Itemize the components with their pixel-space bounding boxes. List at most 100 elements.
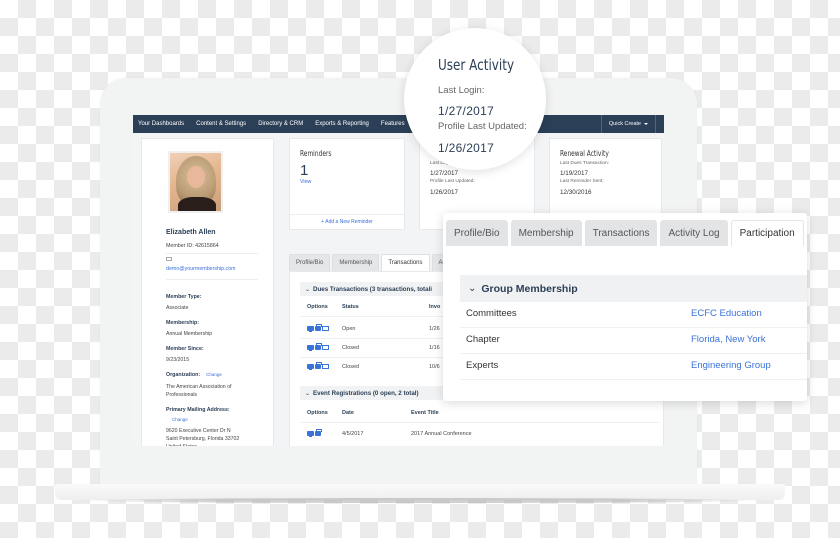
tab-membership[interactable]: Membership bbox=[510, 220, 582, 246]
monitor-icon[interactable] bbox=[307, 431, 314, 437]
member-since-label: Member Since: bbox=[166, 346, 204, 352]
nav-features[interactable]: Features bbox=[375, 121, 411, 127]
group-row: Chapter Florida, New York bbox=[460, 328, 807, 354]
reminders-panel: Reminders 1 View + Add a New Reminder bbox=[289, 138, 405, 230]
group-value-link[interactable]: Florida, New York bbox=[691, 334, 765, 345]
group-membership-header[interactable]: ⌄ Group Membership bbox=[460, 275, 807, 302]
group-row: Committees ECFC Education bbox=[460, 302, 807, 328]
organization-change-link[interactable]: Change bbox=[206, 372, 222, 377]
envelope-icon[interactable] bbox=[322, 364, 329, 369]
group-value-link[interactable]: Engineering Group bbox=[691, 360, 771, 371]
address-change-link[interactable]: Change bbox=[172, 417, 188, 422]
member-name: Elizabeth Allen bbox=[166, 229, 216, 236]
member-id: Member ID: 42615864 bbox=[166, 243, 219, 249]
member-type-value: Associate bbox=[166, 305, 189, 311]
nav-directory-crm[interactable]: Directory & CRM bbox=[252, 121, 309, 127]
tab-transactions[interactable]: Transactions bbox=[584, 220, 658, 246]
member-since-value: 9/23/2015 bbox=[166, 357, 190, 363]
group-key: Experts bbox=[466, 360, 499, 371]
chevron-down-icon: ⌄ bbox=[468, 283, 477, 294]
monitor-icon[interactable] bbox=[307, 326, 314, 332]
address-label: Primary Mailing Address: bbox=[166, 407, 230, 413]
row-options bbox=[307, 362, 329, 370]
divider bbox=[166, 279, 258, 280]
dues-header-text: Dues Transactions (3 transactions, total… bbox=[313, 285, 433, 293]
nav-exports-reporting[interactable]: Exports & Reporting bbox=[309, 121, 375, 127]
row-options bbox=[307, 343, 329, 351]
tab-membership[interactable]: Membership bbox=[332, 254, 380, 271]
last-login-label: Last Login: bbox=[438, 85, 485, 96]
profile-updated-label: Profile Last Updated: bbox=[438, 121, 527, 132]
address-line1: 9620 Executive Center Dr N bbox=[166, 428, 231, 434]
tab-activity-log[interactable]: Activity Log bbox=[660, 220, 728, 246]
participation-callout: Profile/Bio Membership Transactions Acti… bbox=[443, 213, 807, 401]
col-options: Options bbox=[307, 410, 328, 416]
envelope-icon bbox=[166, 257, 172, 261]
organization-value-line1: The American Association of bbox=[166, 384, 232, 390]
organization-label: Organization: Change bbox=[166, 372, 222, 378]
group-key: Committees bbox=[466, 308, 517, 319]
tab-profile-bio[interactable]: Profile/Bio bbox=[446, 220, 508, 246]
col-status: Status bbox=[342, 304, 359, 310]
printer-icon[interactable] bbox=[315, 429, 322, 436]
tab-transactions[interactable]: Transactions bbox=[381, 254, 430, 271]
last-dues-label: Last Dues Transaction: bbox=[560, 161, 610, 166]
row-options bbox=[307, 324, 329, 332]
add-reminder-button[interactable]: + Add a New Reminder bbox=[290, 214, 404, 229]
profile-card: Elizabeth Allen Member ID: 42615864 demo… bbox=[141, 138, 274, 446]
event-title: 2017 Annual Conference bbox=[411, 431, 472, 437]
reminders-count: 1 bbox=[300, 162, 309, 179]
last-dues-date: 1/19/2017 bbox=[560, 170, 589, 177]
nav-your-dashboards[interactable]: Your Dashboards bbox=[133, 121, 190, 127]
participation-tabs: Profile/Bio Membership Transactions Acti… bbox=[446, 220, 804, 246]
events-header-text: Event Registrations (0 open, 2 total) bbox=[313, 389, 419, 397]
chevron-down-icon: ⌄ bbox=[305, 286, 311, 293]
group-value-link[interactable]: ECFC Education bbox=[691, 308, 762, 319]
profile-tabs: Profile/Bio Membership Transactions Ac bbox=[289, 254, 453, 271]
reminders-view-link[interactable]: View bbox=[300, 179, 311, 185]
tab-participation[interactable]: Participation bbox=[730, 220, 804, 246]
activity-profile-updated-date: 1/26/2017 bbox=[430, 189, 459, 196]
laptop-shadow bbox=[80, 498, 760, 503]
top-nav: Your Dashboards Content & Settings Direc… bbox=[133, 115, 664, 133]
quick-create-label: Quick Create bbox=[608, 121, 641, 127]
envelope-icon[interactable] bbox=[322, 345, 329, 350]
chevron-down-icon: ⌄ bbox=[305, 390, 311, 397]
col-options: Options bbox=[307, 304, 328, 310]
dues-date: 1/26 bbox=[429, 326, 440, 332]
tab-profile-bio[interactable]: Profile/Bio bbox=[289, 254, 331, 271]
last-login-date: 1/27/2017 bbox=[438, 104, 495, 118]
member-type-label: Member Type: bbox=[166, 294, 202, 300]
dues-status: Closed bbox=[342, 364, 360, 370]
activity-profile-updated-label: Profile Last Updated: bbox=[430, 179, 475, 184]
envelope-icon[interactable] bbox=[322, 326, 329, 331]
address-line3: United States bbox=[166, 443, 197, 446]
dues-date: 1/16 bbox=[429, 345, 440, 351]
group-row: Experts Engineering Group bbox=[460, 354, 807, 380]
reminders-title: Reminders bbox=[300, 149, 332, 158]
organization-value-line2: Professionals bbox=[166, 392, 198, 398]
caret-down-icon bbox=[644, 123, 648, 125]
dues-status: Closed bbox=[342, 345, 360, 351]
dues-status: Open bbox=[342, 326, 356, 332]
membership-label: Membership: bbox=[166, 320, 199, 326]
activity-last-login-date: 1/27/2017 bbox=[430, 170, 459, 177]
avatar bbox=[168, 151, 223, 213]
divider bbox=[300, 422, 660, 423]
monitor-icon[interactable] bbox=[307, 364, 314, 370]
row-options bbox=[307, 429, 322, 437]
quick-create-button[interactable]: Quick Create bbox=[600, 115, 656, 133]
printer-icon[interactable] bbox=[315, 343, 322, 350]
nav-content-settings[interactable]: Content & Settings bbox=[190, 121, 252, 127]
last-reminder-date: 12/30/2016 bbox=[560, 189, 592, 196]
printer-icon[interactable] bbox=[315, 362, 322, 369]
member-email-link[interactable]: demo@yourmembership.com bbox=[166, 266, 236, 272]
user-activity-title: User Activity bbox=[438, 56, 515, 74]
monitor-icon[interactable] bbox=[307, 345, 314, 351]
printer-icon[interactable] bbox=[315, 324, 322, 331]
last-reminder-label: Last Reminder Sent: bbox=[560, 179, 604, 184]
group-key: Chapter bbox=[466, 334, 500, 345]
membership-value: Annual Membership bbox=[166, 331, 213, 337]
group-membership-title: Group Membership bbox=[481, 282, 578, 295]
col-event-title: Event Title bbox=[411, 410, 439, 416]
